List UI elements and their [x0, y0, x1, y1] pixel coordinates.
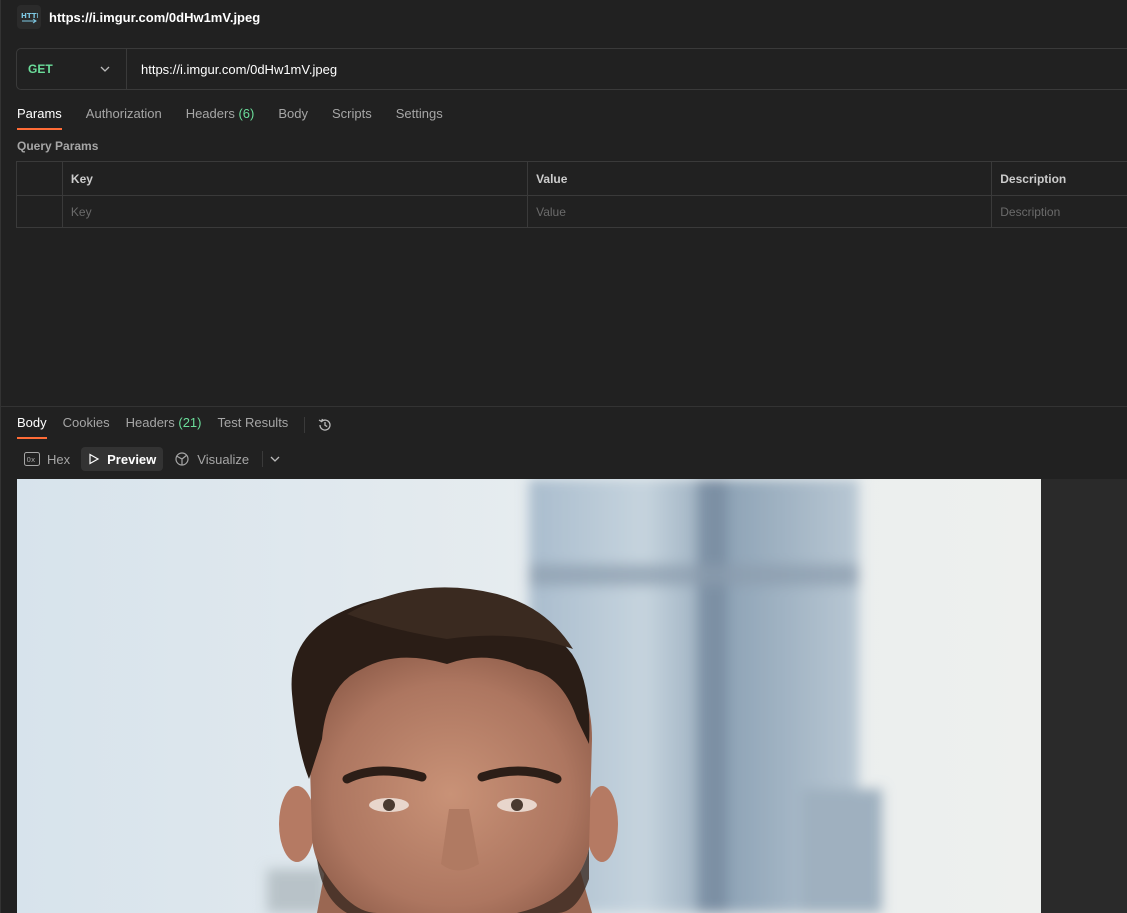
tab-scripts[interactable]: Scripts — [332, 100, 372, 130]
hex-view-button[interactable]: 0x Hex — [17, 447, 77, 471]
tab-label: Test Results — [217, 415, 289, 430]
tab-settings[interactable]: Settings — [396, 100, 443, 130]
column-header-description: Description — [1000, 171, 1067, 186]
headers-count-badge: (6) — [238, 106, 255, 121]
key-input[interactable]: Key — [63, 196, 529, 228]
response-tabs: Body Cookies Headers (21) Test Results — [17, 409, 333, 439]
chevron-down-icon — [100, 66, 110, 72]
visualize-icon — [175, 452, 189, 466]
table-row: Key Value Description — [17, 195, 1127, 228]
tab-response-body[interactable]: Body — [17, 409, 47, 439]
request-title[interactable]: https://i.imgur.com/0dHw1mV.jpeg — [49, 10, 260, 25]
tab-label: Params — [17, 106, 62, 121]
query-params-table: Key Value Description Key Value Descript… — [16, 161, 1127, 228]
tab-label: Body — [17, 415, 47, 430]
tab-body[interactable]: Body — [278, 100, 308, 130]
tab-test-results[interactable]: Test Results — [218, 409, 289, 439]
tab-response-headers[interactable]: Headers (21) — [126, 409, 202, 439]
tab-headers[interactable]: Headers (6) — [186, 100, 255, 130]
method-label: GET — [28, 62, 53, 76]
panel-left-border — [0, 0, 1, 913]
response-preview-area — [17, 479, 1127, 913]
play-icon — [89, 453, 100, 465]
column-header-key: Key — [63, 162, 529, 195]
request-tabs: Params Authorization Headers (6) Body Sc… — [17, 100, 467, 130]
svg-text:HTTP: HTTP — [21, 12, 38, 20]
response-view-toolbar: 0x Hex Preview Visualize — [17, 447, 281, 471]
tab-params[interactable]: Params — [17, 100, 62, 130]
svg-text:0x: 0x — [27, 456, 36, 464]
tab-cookies[interactable]: Cookies — [63, 409, 110, 439]
url-bar: GET https://i.imgur.com/0dHw1mV.jpeg — [16, 48, 1127, 90]
query-params-label: Query Params — [17, 139, 99, 153]
tab-label: Settings — [395, 106, 443, 121]
hex-label: Hex — [47, 451, 71, 467]
value-input[interactable]: Value — [528, 196, 993, 228]
description-input[interactable]: Description — [992, 196, 1127, 228]
tab-label: Scripts — [331, 106, 372, 121]
url-input[interactable]: https://i.imgur.com/0dHw1mV.jpeg — [141, 62, 337, 77]
response-headers-count-badge: (21) — [178, 415, 202, 430]
preview-view-button[interactable]: Preview — [81, 447, 164, 471]
pane-divider[interactable] — [0, 406, 1127, 407]
tab-label: Body — [278, 106, 308, 121]
checkbox-column-header — [17, 162, 63, 195]
visualize-label: Visualize — [197, 451, 250, 467]
tab-label: Headers — [125, 415, 175, 430]
row-checkbox-cell — [17, 196, 63, 228]
history-icon[interactable] — [317, 417, 333, 433]
hex-icon: 0x — [24, 452, 40, 466]
tab-label: Authorization — [85, 106, 162, 121]
preview-image — [17, 479, 1041, 913]
tab-label: Headers — [185, 106, 235, 121]
preview-label: Preview — [107, 451, 157, 467]
tab-separator — [304, 417, 306, 433]
visualize-view-button[interactable]: Visualize — [167, 447, 256, 471]
request-title-bar: HTTP https://i.imgur.com/0dHw1mV.jpeg — [0, 0, 1127, 34]
method-select[interactable]: GET — [17, 49, 127, 89]
tab-label: Cookies — [62, 415, 110, 430]
toolbar-separator — [262, 451, 264, 467]
http-icon: HTTP — [17, 5, 41, 29]
column-header-value: Value — [528, 162, 993, 195]
tab-authorization[interactable]: Authorization — [86, 100, 162, 130]
table-header-row: Key Value Description — [17, 162, 1127, 195]
chevron-down-icon[interactable] — [269, 455, 281, 463]
